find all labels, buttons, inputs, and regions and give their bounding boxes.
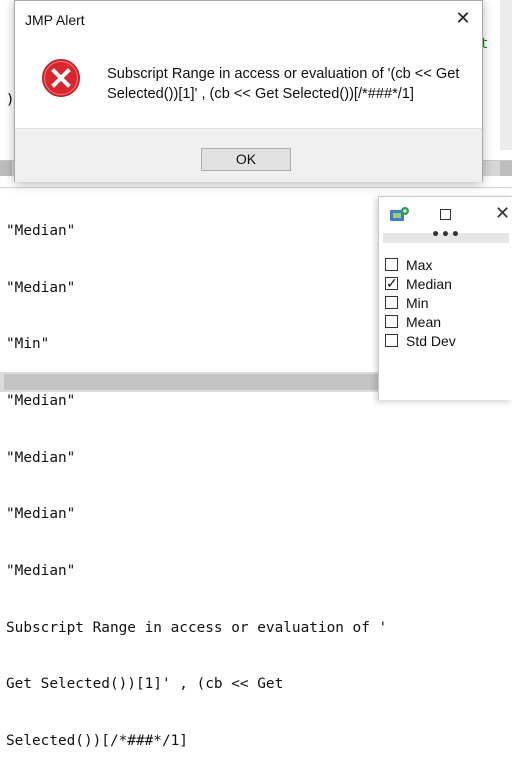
- checkbox[interactable]: ✓: [385, 275, 398, 291]
- checkbox[interactable]: [385, 258, 398, 271]
- close-icon[interactable]: ✕: [495, 205, 510, 223]
- option-label: Min: [406, 294, 429, 311]
- dialog-footer: OK: [15, 128, 482, 182]
- log-line: "Min": [6, 336, 50, 353]
- log-line: "Median": [6, 392, 76, 409]
- scroll-right-arrow[interactable]: [500, 161, 512, 177]
- option-median[interactable]: ✓ Median: [385, 274, 509, 293]
- scroll-left-arrow[interactable]: [0, 161, 12, 177]
- log-line: "Median": [6, 222, 76, 239]
- editor-vertical-scrollbar[interactable]: [500, 0, 512, 150]
- option-mean[interactable]: Mean: [385, 312, 509, 331]
- drag-handle[interactable]: •••: [383, 228, 509, 243]
- checkbox[interactable]: [385, 296, 398, 309]
- option-label: Median: [406, 275, 452, 292]
- log-line: Subscript Range in access or evaluation …: [6, 619, 386, 636]
- log-line: Selected())[/*###*/1]: [6, 733, 188, 750]
- alert-message: Subscript Range in access or evaluation …: [107, 64, 477, 104]
- log-line: "Median": [6, 279, 76, 296]
- log-output: "Median" "Median" "Min" "Median" "Median…: [6, 184, 386, 770]
- statistic-options-list: Max ✓ Median Min Mean Std Dev: [385, 255, 509, 350]
- option-label: Max: [406, 256, 433, 273]
- log-line: "Median": [6, 449, 76, 466]
- alert-message-line: Subscript Range in access or evaluation …: [107, 66, 460, 82]
- option-std-dev[interactable]: Std Dev: [385, 331, 509, 350]
- restore-icon[interactable]: [440, 209, 451, 220]
- option-max[interactable]: Max: [385, 255, 509, 274]
- jmp-app-icon: [390, 207, 409, 221]
- column-switcher-palette: ✕ ••• Max ✓ Median Min Mean Std Dev: [378, 196, 512, 400]
- log-line: "Median": [6, 506, 76, 523]
- log-line: Get Selected())[1]' , (cb << Get: [6, 676, 284, 693]
- option-min[interactable]: Min: [385, 293, 509, 312]
- log-line: "Median": [6, 563, 76, 580]
- ok-button[interactable]: OK: [201, 148, 291, 171]
- alert-message-line: Selected())[1]' , (cb << Get Selected())…: [107, 86, 414, 102]
- checkbox[interactable]: [385, 315, 398, 328]
- option-label: Std Dev: [406, 332, 456, 349]
- error-icon: [42, 59, 80, 97]
- checkmark-icon: ✓: [386, 275, 398, 291]
- alert-dialog: JMP Alert ✕ Subscript Range in access or…: [14, 0, 483, 182]
- option-label: Mean: [406, 313, 442, 330]
- close-icon[interactable]: ✕: [451, 7, 475, 31]
- checkbox[interactable]: [385, 334, 398, 347]
- dialog-title: JMP Alert: [25, 12, 85, 28]
